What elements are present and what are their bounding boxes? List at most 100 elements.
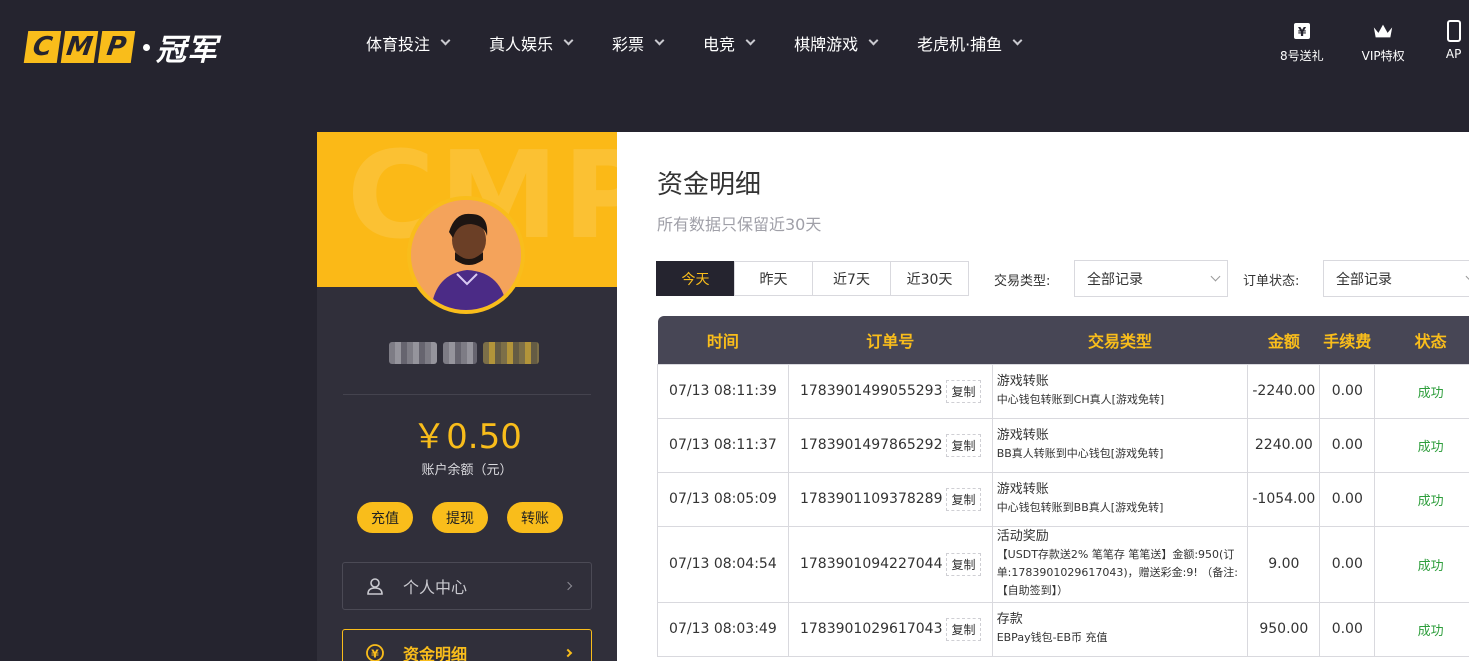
gift-link[interactable]: ¥ 8号送礼 bbox=[1280, 20, 1324, 64]
nav-esports[interactable]: 电竞 bbox=[703, 32, 756, 54]
cell-amount: 9.00 bbox=[1247, 525, 1321, 603]
cell-order: 1783901109378289 复制 bbox=[787, 471, 993, 527]
transaction-type-value: 全部记录 bbox=[1087, 271, 1143, 288]
cell-fee: 0.00 bbox=[1319, 601, 1376, 657]
cell-time: 07/13 08:11:37 bbox=[657, 417, 789, 473]
wallet-actions: 充值 提现 转账 bbox=[357, 502, 563, 533]
chevron-down-icon bbox=[745, 35, 756, 46]
cell-type: 游戏转账中心钱包转账到BB真人[游戏免转] bbox=[991, 471, 1249, 527]
tab-yesterday[interactable]: 昨天 bbox=[734, 261, 813, 296]
blur-segment bbox=[483, 342, 539, 364]
cell-fee: 0.00 bbox=[1319, 471, 1376, 527]
chevron-down-icon bbox=[654, 35, 665, 46]
table-row: 07/13 08:11:39 1783901499055293 复制 游戏转账 中心… bbox=[657, 363, 1469, 419]
tab-7-days[interactable]: 近7天 bbox=[812, 261, 891, 296]
nav-sports-label: 体育投注 bbox=[366, 35, 431, 54]
table-row: 07/13 08:04:54 1783901094227044 复制 活动奖励 【U… bbox=[657, 525, 1469, 603]
menu-item-fund-details-label: 资金明细 bbox=[403, 645, 468, 661]
user-icon bbox=[365, 576, 385, 596]
withdraw-button[interactable]: 提现 bbox=[432, 502, 488, 533]
svg-text:¥: ¥ bbox=[371, 648, 379, 661]
tab-30-days[interactable]: 近30天 bbox=[890, 261, 969, 296]
username-blurred bbox=[389, 342, 545, 364]
order-number: 1783901499055293 bbox=[799, 383, 943, 399]
type-detail: 中心钱包转账到CH真人[游戏免转] bbox=[996, 393, 1165, 406]
blur-segment bbox=[389, 342, 437, 364]
nav-sports[interactable]: 体育投注 bbox=[366, 32, 451, 54]
top-right-links: ¥ 8号送礼 VIP特权 AP bbox=[1280, 20, 1465, 64]
header-time: 时间 bbox=[657, 316, 789, 364]
cell-amount: 950.00 bbox=[1247, 601, 1321, 657]
order-number: 1783901109378289 bbox=[799, 491, 943, 507]
copy-button[interactable]: 复制 bbox=[946, 617, 981, 641]
main-content: 资金明细 所有数据只保留近30天 今天 昨天 近7天 近30天 交易类型: 全部… bbox=[617, 132, 1469, 661]
tab-today[interactable]: 今天 bbox=[656, 261, 735, 296]
cell-type: 游戏转账 BB真人转账到中心钱包[游戏免转] bbox=[991, 417, 1249, 473]
header-fee: 手续费 bbox=[1319, 316, 1375, 364]
cell-order: 1783901029617043 复制 bbox=[787, 601, 993, 657]
menu-item-fund-details[interactable]: ¥ 资金明细 bbox=[342, 629, 592, 661]
crown-icon bbox=[1372, 20, 1394, 42]
cell-fee: 0.00 bbox=[1319, 525, 1376, 603]
cell-time: 07/13 08:03:49 bbox=[657, 601, 789, 657]
type-detail: 中心钱包转账到BB真人[游戏免转] bbox=[996, 501, 1164, 514]
deposit-button[interactable]: 充值 bbox=[357, 502, 413, 533]
chevron-right-icon bbox=[563, 648, 573, 658]
copy-button[interactable]: 复制 bbox=[946, 433, 981, 457]
transfer-button[interactable]: 转账 bbox=[507, 502, 563, 533]
cell-status: 成功 bbox=[1374, 471, 1469, 527]
header-order-no: 订单号 bbox=[788, 316, 993, 364]
cell-amount: 2240.00 bbox=[1247, 417, 1321, 473]
menu-item-profile[interactable]: 个人中心 bbox=[342, 562, 592, 610]
divider bbox=[343, 394, 591, 395]
nav-slots-fishing-label: 老虎机·捕鱼 bbox=[917, 35, 1003, 54]
chevron-down-icon bbox=[1210, 271, 1221, 282]
type-detail: EBPay钱包-EB币 充值 bbox=[996, 631, 1108, 644]
cell-fee: 0.00 bbox=[1319, 363, 1376, 419]
type-main: 游戏转账 bbox=[996, 482, 1049, 497]
date-tabs: 今天 昨天 近7天 近30天 bbox=[656, 261, 969, 296]
header-type: 交易类型 bbox=[992, 316, 1248, 364]
balance-label: 账户余额（元） bbox=[421, 463, 513, 478]
nav-live-casino[interactable]: 真人娱乐 bbox=[489, 32, 574, 54]
transaction-type-select[interactable]: 全部记录 bbox=[1074, 260, 1228, 297]
profile-panel: CMP ￥0.50 账户余额（元） 充值 提现 转账 个人中心 bbox=[317, 132, 617, 661]
logo[interactable]: C M P 冠军 bbox=[23, 25, 218, 69]
chevron-down-icon bbox=[1465, 271, 1469, 282]
balance-amount: ￥0.50 bbox=[412, 417, 522, 457]
order-number: 1783901497865292 bbox=[799, 437, 943, 453]
svg-text:¥: ¥ bbox=[1298, 25, 1307, 39]
page-title: 资金明细 bbox=[657, 170, 762, 200]
cell-amount: -1054.00 bbox=[1247, 471, 1321, 527]
chevron-right-icon bbox=[563, 581, 573, 591]
nav-lottery[interactable]: 彩票 bbox=[612, 32, 665, 54]
cell-type: 游戏转账 中心钱包转账到CH真人[游戏免转] bbox=[991, 363, 1249, 419]
order-number: 1783901094227044 bbox=[799, 556, 943, 572]
avatar[interactable] bbox=[407, 196, 525, 314]
app-label: AP bbox=[1445, 47, 1462, 61]
order-number: 1783901029617043 bbox=[799, 621, 943, 637]
cell-status: 成功 bbox=[1374, 417, 1469, 473]
nav-slots-fishing[interactable]: 老虎机·捕鱼 bbox=[917, 32, 1023, 54]
cell-status: 成功 bbox=[1374, 363, 1469, 419]
copy-button[interactable]: 复制 bbox=[946, 487, 981, 511]
cell-type: 活动奖励 【USDT存款送2% 笔笔存 笔笔送】金额:950(订单:1783901… bbox=[991, 525, 1249, 603]
cell-type: 存款 EBPay钱包-EB币 充值 bbox=[991, 601, 1249, 657]
cell-status: 成功 bbox=[1374, 525, 1469, 603]
logo-letter-p: P bbox=[97, 31, 136, 63]
transactions-table: 时间 订单号 交易类型 金额 手续费 状态 07/13 08:11:39 178… bbox=[657, 316, 1469, 657]
vip-link[interactable]: VIP特权 bbox=[1362, 20, 1405, 64]
copy-button[interactable]: 复制 bbox=[946, 552, 981, 576]
transaction-type-label: 交易类型: bbox=[994, 274, 1051, 289]
nav-card-games[interactable]: 棋牌游戏 bbox=[794, 32, 879, 54]
type-main: 游戏转账 bbox=[996, 428, 1049, 443]
nav-esports-label: 电竞 bbox=[703, 35, 736, 54]
app-link[interactable]: AP bbox=[1443, 20, 1465, 64]
cell-order: 1783901497865292 复制 bbox=[787, 417, 993, 473]
logo-letter-c: C bbox=[23, 31, 62, 63]
chevron-down-icon bbox=[1012, 35, 1023, 46]
copy-button[interactable]: 复制 bbox=[946, 379, 981, 403]
chevron-down-icon bbox=[440, 35, 451, 46]
logo-text: 冠军 bbox=[156, 33, 218, 68]
order-status-select[interactable]: 全部记录 bbox=[1323, 260, 1469, 297]
